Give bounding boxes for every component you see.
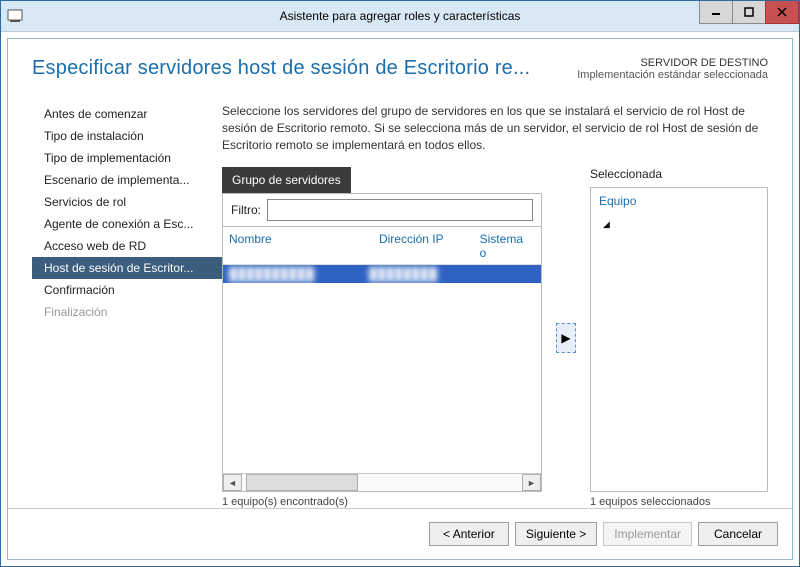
selected-panel: Seleccionada Equipo █████████ (1) ██████… [590, 167, 768, 508]
page-title: Especificar servidores host de sesión de… [32, 57, 530, 80]
cancel-button[interactable]: Cancelar [698, 522, 778, 546]
next-button[interactable]: Siguiente > [515, 522, 597, 546]
col-os[interactable]: Sistema o [480, 232, 535, 260]
filter-row: Filtro: [222, 193, 542, 226]
close-button[interactable] [765, 1, 799, 24]
transfer-column: ▶ [556, 167, 576, 508]
server-grid: Nombre Dirección IP Sistema o ██████████… [222, 226, 542, 492]
nav-item[interactable]: Confirmación [32, 279, 222, 301]
nav-item[interactable]: Servicios de rol [32, 191, 222, 213]
server-row[interactable]: ██████████████████ [223, 265, 541, 283]
scroll-left-button[interactable]: ◄ [223, 474, 242, 491]
previous-button[interactable]: < Anterior [429, 522, 509, 546]
nav-item: Finalización [32, 301, 222, 323]
selected-col-header: Equipo [599, 194, 759, 208]
selected-server-item: ██████████ [619, 232, 759, 246]
add-server-button[interactable]: ▶ [556, 323, 576, 353]
wizard-body: Especificar servidores host de sesión de… [7, 38, 793, 560]
filter-input[interactable] [267, 199, 533, 221]
deploy-button: Implementar [603, 522, 692, 546]
maximize-button[interactable] [732, 1, 766, 24]
main-area: Antes de comenzarTipo de instalaciónTipo… [32, 103, 768, 508]
col-ip[interactable]: Dirección IP [379, 232, 480, 260]
selected-group-node: █████████ (1) [603, 216, 759, 230]
header: Especificar servidores host de sesión de… [32, 57, 768, 81]
window-buttons [700, 1, 799, 31]
nav-item[interactable]: Tipo de implementación [32, 147, 222, 169]
server-pool-header: Grupo de servidores [222, 167, 351, 193]
filter-label: Filtro: [231, 203, 261, 217]
minimize-button[interactable] [699, 1, 733, 24]
description-text: Seleccione los servidores del grupo de s… [222, 103, 768, 153]
nav-item[interactable]: Agente de conexión a Esc... [32, 213, 222, 235]
scroll-right-button[interactable]: ► [522, 474, 541, 491]
col-name[interactable]: Nombre [229, 232, 379, 260]
horizontal-scrollbar[interactable]: ◄ ► [223, 473, 541, 491]
wizard-nav: Antes de comenzarTipo de instalaciónTipo… [32, 103, 222, 508]
nav-item[interactable]: Host de sesión de Escritor... [32, 257, 222, 279]
nav-item[interactable]: Antes de comenzar [32, 103, 222, 125]
panels: Grupo de servidores Filtro: Nombre Direc… [222, 167, 768, 508]
footer: < Anterior Siguiente > Implementar Cance… [8, 508, 792, 559]
destination-value: Implementación estándar seleccionada [577, 69, 768, 81]
nav-item[interactable]: Escenario de implementa... [32, 169, 222, 191]
scroll-thumb[interactable] [246, 474, 358, 491]
destination-label: SERVIDOR DE DESTINO [577, 57, 768, 69]
nav-item[interactable]: Tipo de instalación [32, 125, 222, 147]
server-pool-panel: Grupo de servidores Filtro: Nombre Direc… [222, 167, 542, 508]
selected-heading: Seleccionada [590, 167, 768, 181]
content-area: Seleccione los servidores del grupo de s… [222, 103, 768, 508]
wizard-window: Asistente para agregar roles y caracterí… [0, 0, 800, 567]
grid-header: Nombre Dirección IP Sistema o [223, 227, 541, 265]
titlebar: Asistente para agregar roles y caracterí… [1, 1, 799, 32]
window-title: Asistente para agregar roles y caracterí… [1, 9, 799, 23]
grid-body[interactable]: ██████████████████ [223, 265, 541, 473]
pool-count-label: 1 equipo(s) encontrado(s) [222, 496, 542, 508]
destination-block: SERVIDOR DE DESTINO Implementación están… [577, 57, 768, 81]
nav-item[interactable]: Acceso web de RD [32, 235, 222, 257]
selected-list[interactable]: Equipo █████████ (1) ██████████ [590, 187, 768, 492]
selected-count-label: 1 equipos seleccionados [590, 496, 768, 508]
